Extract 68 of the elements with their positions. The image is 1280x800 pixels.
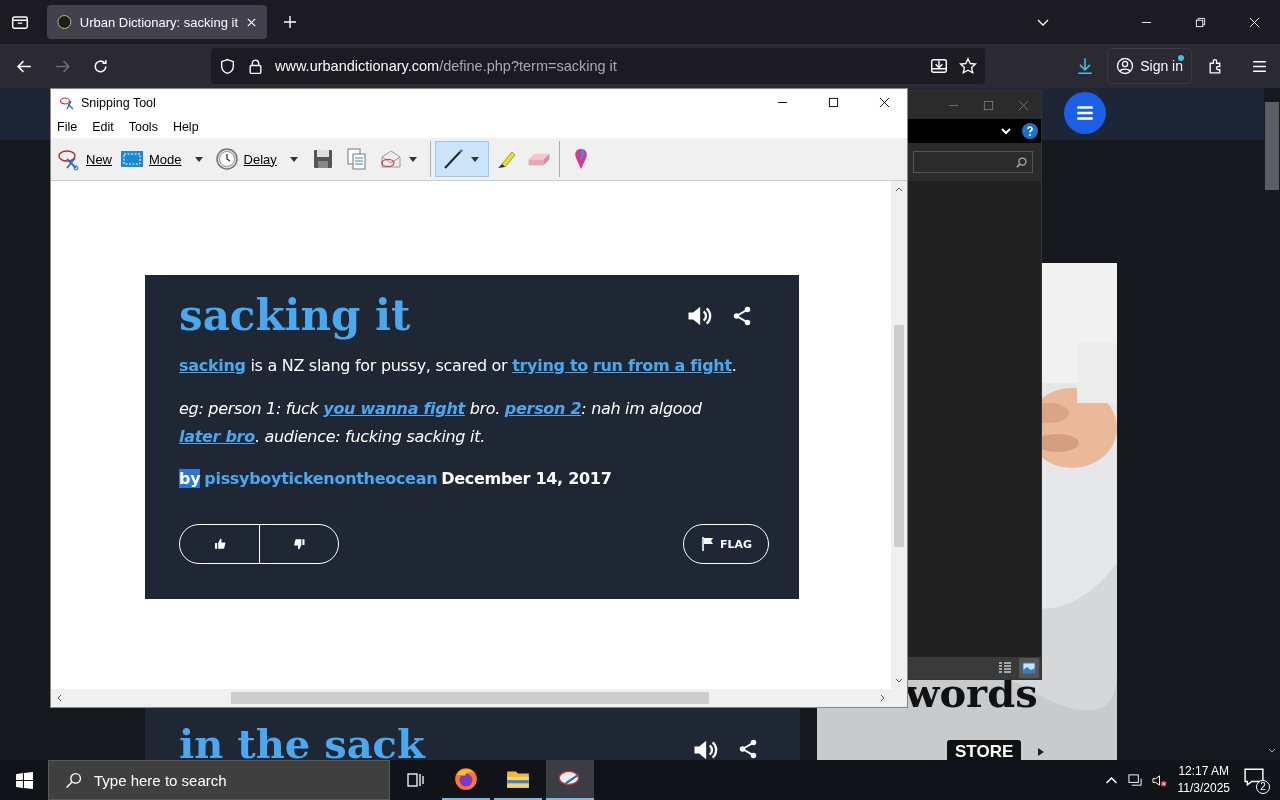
reload-icon[interactable] (92, 57, 109, 75)
chevron-down-icon[interactable] (1000, 125, 1012, 137)
scrollbar[interactable] (891, 181, 907, 689)
thumbnail-view-icon[interactable] (1019, 658, 1039, 678)
share-icon (731, 304, 753, 327)
search-icon (1015, 155, 1028, 169)
task-view-icon[interactable] (407, 772, 425, 788)
windows-start-icon[interactable] (16, 771, 33, 789)
scissors-icon (59, 94, 75, 111)
menu-item[interactable]: Help (172, 120, 199, 134)
sign-in-button[interactable]: Sign in (1107, 48, 1192, 84)
download-icon[interactable] (1076, 57, 1095, 75)
link[interactable]: later bro (179, 427, 255, 446)
account-icon (1116, 57, 1135, 75)
search-icon (65, 771, 82, 789)
clock[interactable]: 12:17 AM 11/3/2025 (1177, 763, 1230, 797)
search-field[interactable]: Type here to search (48, 760, 390, 800)
dropdown-arrow-icon (408, 156, 417, 162)
fox-globe-icon (453, 766, 479, 792)
scissors-app-button[interactable] (546, 760, 594, 800)
toolbar-button[interactable]: Delay (210, 141, 306, 177)
menu-item[interactable]: File (57, 120, 78, 134)
example-text: eg: person 1: fuck you wanna fight bro. person 2: nah im algood later bro. audience: fucking sacking it. (179, 398, 703, 448)
link[interactable]: you wanna fight (323, 399, 465, 418)
pen-tool-button[interactable] (434, 141, 489, 177)
address-bar[interactable]: www.urbandictionary.com/define.php?term=sacking it (211, 48, 985, 84)
flag-icon (701, 537, 714, 551)
link[interactable]: person 2 (504, 399, 582, 418)
scrollbar-thumb[interactable] (1265, 102, 1279, 190)
lock-icon (247, 57, 264, 75)
link[interactable]: trying to (512, 356, 588, 375)
dropdown-arrow-icon (289, 156, 298, 162)
store-button[interactable]: STORE (947, 740, 1022, 760)
network-icon[interactable] (1127, 772, 1143, 788)
date-text: December 14, 2017 (441, 469, 612, 488)
menu-item[interactable]: Tools (128, 120, 158, 134)
link[interactable]: sacking (179, 356, 246, 375)
window-title: Snipping Tool (81, 95, 156, 110)
share-icon[interactable] (737, 738, 759, 760)
new-tab-icon[interactable] (283, 15, 297, 29)
link[interactable]: run from a fight (592, 356, 732, 375)
logo-icon (57, 14, 72, 30)
muted-speaker-icon[interactable] (1151, 772, 1167, 788)
save-to-device-icon[interactable] (930, 57, 948, 75)
search-field[interactable] (913, 151, 1033, 173)
tab-list-icon[interactable] (11, 13, 29, 31)
star-icon[interactable] (959, 57, 977, 75)
help-icon[interactable] (1022, 123, 1038, 139)
eraser-icon (527, 152, 550, 166)
browser-tab[interactable]: Urban Dictionary: sacking it (47, 5, 267, 39)
dropdown-arrow-icon (194, 156, 203, 162)
clock-icon (214, 147, 239, 171)
maximize-icon[interactable] (828, 97, 839, 108)
toolbar-button[interactable]: New (53, 141, 116, 177)
definition-text: sacking is a NZ slang for pussy, scared or trying to run from a fight. (179, 356, 738, 375)
ad-headline: words (905, 673, 1038, 713)
word-title: sacking it (179, 291, 412, 340)
scrollbar[interactable] (51, 689, 907, 707)
copy-icon (344, 147, 369, 171)
close-icon[interactable] (879, 97, 890, 108)
toolbar-button[interactable]: Mode (116, 141, 211, 177)
menu-item[interactable]: Edit (92, 120, 114, 134)
scissors-icon (57, 147, 81, 171)
restore-icon[interactable] (1195, 16, 1206, 28)
play-icon (1036, 747, 1046, 757)
notification-button[interactable]: 2 (1244, 768, 1268, 792)
shield-icon[interactable] (219, 57, 236, 75)
dropdown-arrow-icon (470, 156, 479, 162)
